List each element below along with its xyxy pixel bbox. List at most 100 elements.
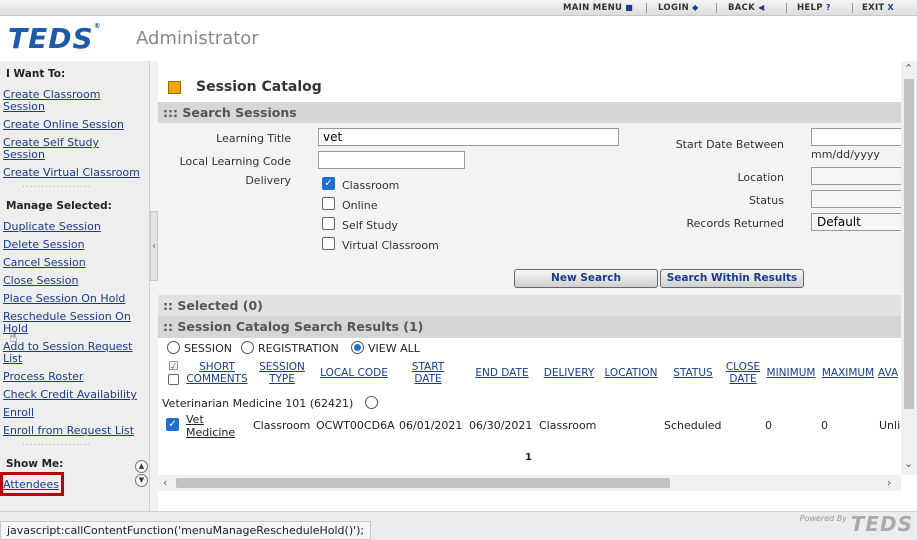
close-date-column-header[interactable]: CLOSE DATE [723,361,763,385]
learning-title-input[interactable]: vet [318,128,619,146]
maximum-column-header[interactable]: MAXIMUM [820,367,876,379]
scroll-left-arrow-icon[interactable]: ‹ [163,476,167,489]
cancel-session-link[interactable]: Cancel Session [3,257,86,269]
vertical-scrollbar[interactable]: ⌃ ⌄ [901,61,917,475]
horizontal-scrollbar[interactable]: ‹ › [158,475,901,491]
create-self-study-session-link[interactable]: Create Self Study Session [3,137,113,161]
records-returned-label: Records Returned [686,217,785,230]
teds-logo: TEDS® [8,22,102,55]
horizontal-scroll-thumb[interactable] [176,478,670,488]
learning-title-label: Learning Title [216,132,291,145]
scroll-down-arrow-icon[interactable]: ⌄ [904,457,913,470]
search-within-results-button[interactable]: Search Within Results [660,269,804,288]
start-date-column-header[interactable]: START DATE [406,361,450,385]
local-code-column-header[interactable]: LOCAL CODE [316,367,392,379]
row-select-checkbox[interactable]: ✓ [166,418,179,431]
main-menu-icon: ■ [625,3,634,12]
virtual-classroom-checkbox[interactable] [322,237,335,250]
self-study-checkbox[interactable] [322,217,335,230]
collapse-sidebar-handle[interactable]: ‹ [150,211,158,281]
powered-by-text: Powered By [799,514,847,523]
classroom-checkbox-label: Classroom [342,179,400,192]
end-date-column-header[interactable]: END DATE [472,367,532,379]
main-menu-link[interactable]: MAIN MENU ■ [563,3,633,13]
scroll-up-icon[interactable]: ▲ [135,460,148,473]
status-column-header[interactable]: STATUS [668,367,718,379]
registration-radio-label: REGISTRATION [258,342,339,355]
left-sidebar: I Want To: Create Classroom Session Crea… [0,61,150,511]
available-cell: Unli [879,419,901,432]
records-returned-select[interactable]: Default [811,213,901,231]
close-session-link[interactable]: Close Session [3,275,78,287]
maximum-cell: 0 [821,419,828,432]
online-checkbox[interactable] [322,197,335,210]
catalog-icon [168,81,181,94]
location-select[interactable]: ⌄ [811,167,901,185]
login-diamond-icon: ◆ [692,3,699,12]
delete-session-link[interactable]: Delete Session [3,239,85,251]
page-number[interactable]: 1 [525,452,532,463]
status-select[interactable] [811,190,901,208]
show-me-heading: Show Me: [6,458,64,470]
add-to-session-request-list-link[interactable]: Add to Session Request List [3,341,143,365]
new-search-button[interactable]: New Search [514,269,658,288]
exit-x-icon: X [887,3,894,12]
scroll-up-arrow-icon[interactable]: ⌃ [904,62,913,75]
menu-divider: .................. [22,180,92,190]
process-roster-link[interactable]: Process Roster [3,371,83,383]
back-arrow-icon: ◀ [758,3,765,12]
select-all-check-icon[interactable]: ☑ [168,359,179,373]
available-column-header[interactable]: AVA [878,367,901,379]
classroom-checkbox[interactable]: ✓ [322,177,335,190]
help-link[interactable]: HELP? [797,3,831,13]
location-column-header[interactable]: LOCATION [600,367,662,379]
create-classroom-session-link[interactable]: Create Classroom Session [3,89,123,113]
manage-selected-heading: Manage Selected: [6,200,112,212]
nav-separator [716,3,717,13]
self-study-checkbox-label: Self Study [342,219,398,232]
delivery-column-header[interactable]: DELIVERY [539,367,599,379]
create-virtual-classroom-link[interactable]: Create Virtual Classroom [3,167,140,179]
location-label: Location [737,171,784,184]
check-credit-availability-link[interactable]: Check Credit Availability [3,389,137,401]
online-checkbox-label: Online [342,199,378,212]
vertical-scroll-thumb[interactable] [904,79,914,409]
view-all-radio[interactable] [351,341,364,354]
app-header: TEDS® Administrator [0,16,917,60]
course-group-radio[interactable] [365,396,378,409]
hand-cursor-icon: ☝ [9,330,18,346]
local-learning-code-input[interactable] [318,151,465,169]
minimum-column-header[interactable]: MINIMUM [764,367,818,379]
sidebar-strip [150,61,158,511]
page-title: Session Catalog [196,79,322,95]
place-session-on-hold-link[interactable]: Place Session On Hold [3,293,125,305]
enroll-link[interactable]: Enroll [3,407,34,419]
scroll-down-icon[interactable]: ▼ [135,474,148,487]
footer-teds-logo: TEDS [850,512,913,536]
enroll-from-request-list-link[interactable]: Enroll from Request List [3,425,134,437]
login-link[interactable]: LOGIN ◆ [658,3,699,13]
reschedule-session-on-hold-link[interactable]: Reschedule Session On Hold [3,311,141,335]
session-type-column-header[interactable]: SESSION TYPE [254,361,310,385]
session-radio[interactable] [167,341,180,354]
session-radio-label: SESSION [184,342,233,355]
start-date-cell: 06/01/2021 [399,419,463,432]
short-comments-column-header[interactable]: SHORT COMMENTS [184,361,250,385]
main-content: Session Catalog ::: Search Sessions Lear… [158,61,901,491]
session-title-link[interactable]: Vet Medicine [186,413,246,439]
scroll-right-arrow-icon[interactable]: › [887,476,891,489]
app-subtitle: Administrator [136,28,259,49]
registration-radio[interactable] [241,341,254,354]
select-all-checkbox[interactable] [168,374,179,385]
start-date-input[interactable] [811,128,901,146]
exit-link[interactable]: EXIT X [862,3,894,13]
course-group-label: Veterinarian Medicine 101 (62421) [162,397,354,410]
duplicate-session-link[interactable]: Duplicate Session [3,221,101,233]
create-online-session-link[interactable]: Create Online Session [3,119,124,131]
menu-divider: .................. [22,438,92,448]
minimum-cell: 0 [765,419,772,432]
back-link[interactable]: BACK ◀ [728,3,765,13]
i-want-to-heading: I Want To: [6,68,66,80]
status-label: Status [748,194,784,207]
end-date-cell: 06/30/2021 [469,419,533,432]
